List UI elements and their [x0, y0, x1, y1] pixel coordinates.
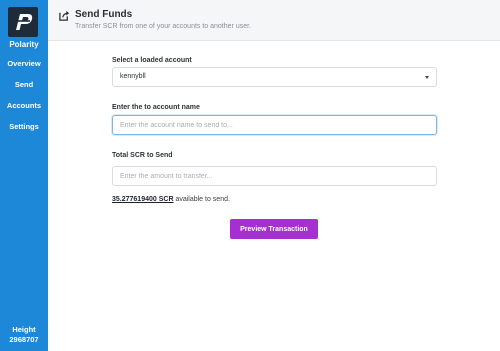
share-icon	[59, 10, 70, 21]
balance-amount-link[interactable]: 35.277619400 SCR	[112, 196, 174, 203]
block-height: Height 2968707	[0, 325, 48, 345]
account-select-label: Select a loaded account	[112, 57, 192, 64]
page-title: Send Funds	[75, 9, 133, 20]
account-select[interactable]: kennybll	[112, 67, 437, 87]
amount-label: Total SCR to Send	[112, 152, 173, 159]
amount-input[interactable]	[112, 166, 437, 186]
sidebar-item-accounts[interactable]: Accounts	[0, 101, 48, 110]
brand-name: Polarity	[9, 40, 39, 49]
sidebar-item-send[interactable]: Send	[0, 80, 48, 89]
page-subtitle: Transfer SCR from one of your accounts t…	[75, 23, 251, 30]
balance-suffix: available to send.	[173, 196, 230, 203]
to-account-label: Enter the to account name	[112, 104, 200, 111]
sidebar-item-overview[interactable]: Overview	[0, 59, 48, 68]
sidebar-item-settings[interactable]: Settings	[0, 122, 48, 131]
sidebar: Polarity Overview Send Accounts Settings…	[0, 0, 48, 351]
page-header: Send Funds Transfer SCR from one of your…	[48, 0, 500, 41]
preview-transaction-button[interactable]: Preview Transaction	[230, 219, 318, 239]
block-height-label: Height	[12, 325, 36, 334]
chevron-down-icon	[425, 76, 429, 79]
available-balance: 35.277619400 SCR available to send.	[112, 196, 230, 203]
block-height-value: 2968707	[9, 335, 39, 344]
polarity-logo[interactable]	[8, 7, 38, 37]
to-account-input[interactable]	[112, 115, 437, 135]
polarity-logo-icon	[14, 14, 33, 30]
account-select-value: kennybll	[120, 73, 146, 80]
